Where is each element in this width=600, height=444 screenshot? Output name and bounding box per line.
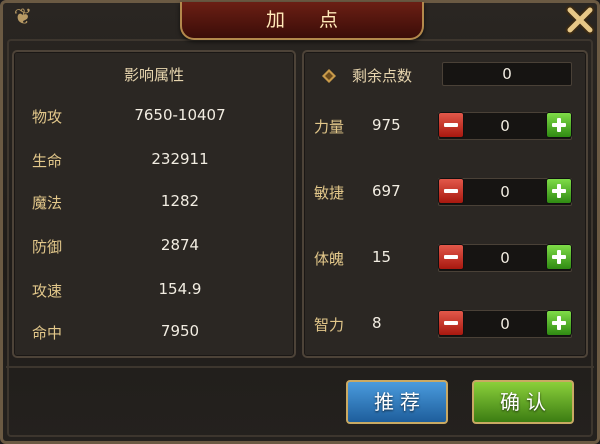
- stat-name: 敏捷: [314, 184, 345, 202]
- attribute-value: 2874: [160, 236, 200, 254]
- stat-row-intellect: 智力 8 0: [304, 310, 586, 338]
- attribute-row: 攻速 154.9: [14, 280, 294, 304]
- decrease-button[interactable]: [438, 244, 464, 270]
- intellect-stepper: 0: [438, 310, 572, 338]
- decrease-button[interactable]: [438, 310, 464, 336]
- attribute-value: 7650-10407: [134, 106, 226, 124]
- diamond-icon: [322, 69, 336, 83]
- stat-row-strength: 力量 975 0: [304, 112, 586, 140]
- attribute-row: 生命 232911: [14, 150, 294, 174]
- remaining-points-label: 剩余点数: [352, 67, 413, 85]
- stat-row-agility: 敏捷 697 0: [304, 178, 586, 206]
- attribute-name: 魔法: [32, 194, 63, 212]
- close-button[interactable]: [562, 2, 598, 38]
- stat-name: 体魄: [314, 250, 345, 268]
- plus-icon-vertical: [557, 184, 561, 198]
- confirm-button[interactable]: 确认: [472, 380, 574, 424]
- stepper-value[interactable]: 0: [467, 245, 543, 271]
- plus-icon-vertical: [557, 118, 561, 132]
- stat-name: 力量: [314, 118, 345, 136]
- minus-icon: [444, 321, 458, 325]
- stat-value: 8: [372, 314, 382, 332]
- physique-stepper: 0: [438, 244, 572, 272]
- attribute-name: 攻速: [32, 282, 63, 300]
- increase-button[interactable]: [546, 178, 572, 204]
- agility-stepper: 0: [438, 178, 572, 206]
- plus-icon-vertical: [557, 316, 561, 330]
- stat-value: 15: [372, 248, 392, 266]
- stat-value: 975: [372, 116, 401, 134]
- attribute-row: 命中 7950: [14, 322, 294, 346]
- attribute-value: 1282: [160, 192, 200, 210]
- stepper-value[interactable]: 0: [467, 179, 543, 205]
- plus-icon-vertical: [557, 250, 561, 264]
- points-panel: 剩余点数 0 力量 975 0 敏捷 697 0 体魄 15 0 智力 8 0: [302, 50, 588, 358]
- attribute-name: 物攻: [32, 108, 63, 126]
- minus-icon: [444, 255, 458, 259]
- attribute-value: 154.9: [158, 280, 202, 298]
- stat-name: 智力: [314, 316, 345, 334]
- increase-button[interactable]: [546, 244, 572, 270]
- attributes-header: 影响属性: [123, 66, 184, 84]
- close-icon: [565, 5, 595, 35]
- dialog-title: 加 点: [180, 2, 424, 40]
- increase-button[interactable]: [546, 112, 572, 138]
- stat-value: 697: [372, 182, 401, 200]
- attribute-row: 防御 2874: [14, 236, 294, 260]
- attribute-value: 232911: [151, 150, 209, 168]
- decrease-button[interactable]: [438, 112, 464, 138]
- strength-stepper: 0: [438, 112, 572, 140]
- minus-icon: [444, 189, 458, 193]
- decrease-button[interactable]: [438, 178, 464, 204]
- divider: [6, 366, 594, 368]
- stepper-value[interactable]: 0: [467, 113, 543, 139]
- stat-row-physique: 体魄 15 0: [304, 244, 586, 272]
- attribute-name: 防御: [32, 238, 63, 256]
- ornament-icon: ❦: [13, 5, 33, 30]
- increase-button[interactable]: [546, 310, 572, 336]
- remaining-points-value: 0: [442, 62, 572, 86]
- minus-icon: [444, 123, 458, 127]
- attribute-row: 物攻 7650-10407: [14, 106, 294, 130]
- attribute-value: 7950: [160, 322, 200, 340]
- attribute-row: 魔法 1282: [14, 192, 294, 216]
- recommend-button[interactable]: 推荐: [346, 380, 448, 424]
- attribute-name: 命中: [32, 324, 63, 342]
- attribute-name: 生命: [32, 152, 63, 170]
- stepper-value[interactable]: 0: [467, 311, 543, 337]
- attributes-panel: 影响属性 物攻 7650-10407 生命 232911 魔法 1282 防御 …: [12, 50, 296, 358]
